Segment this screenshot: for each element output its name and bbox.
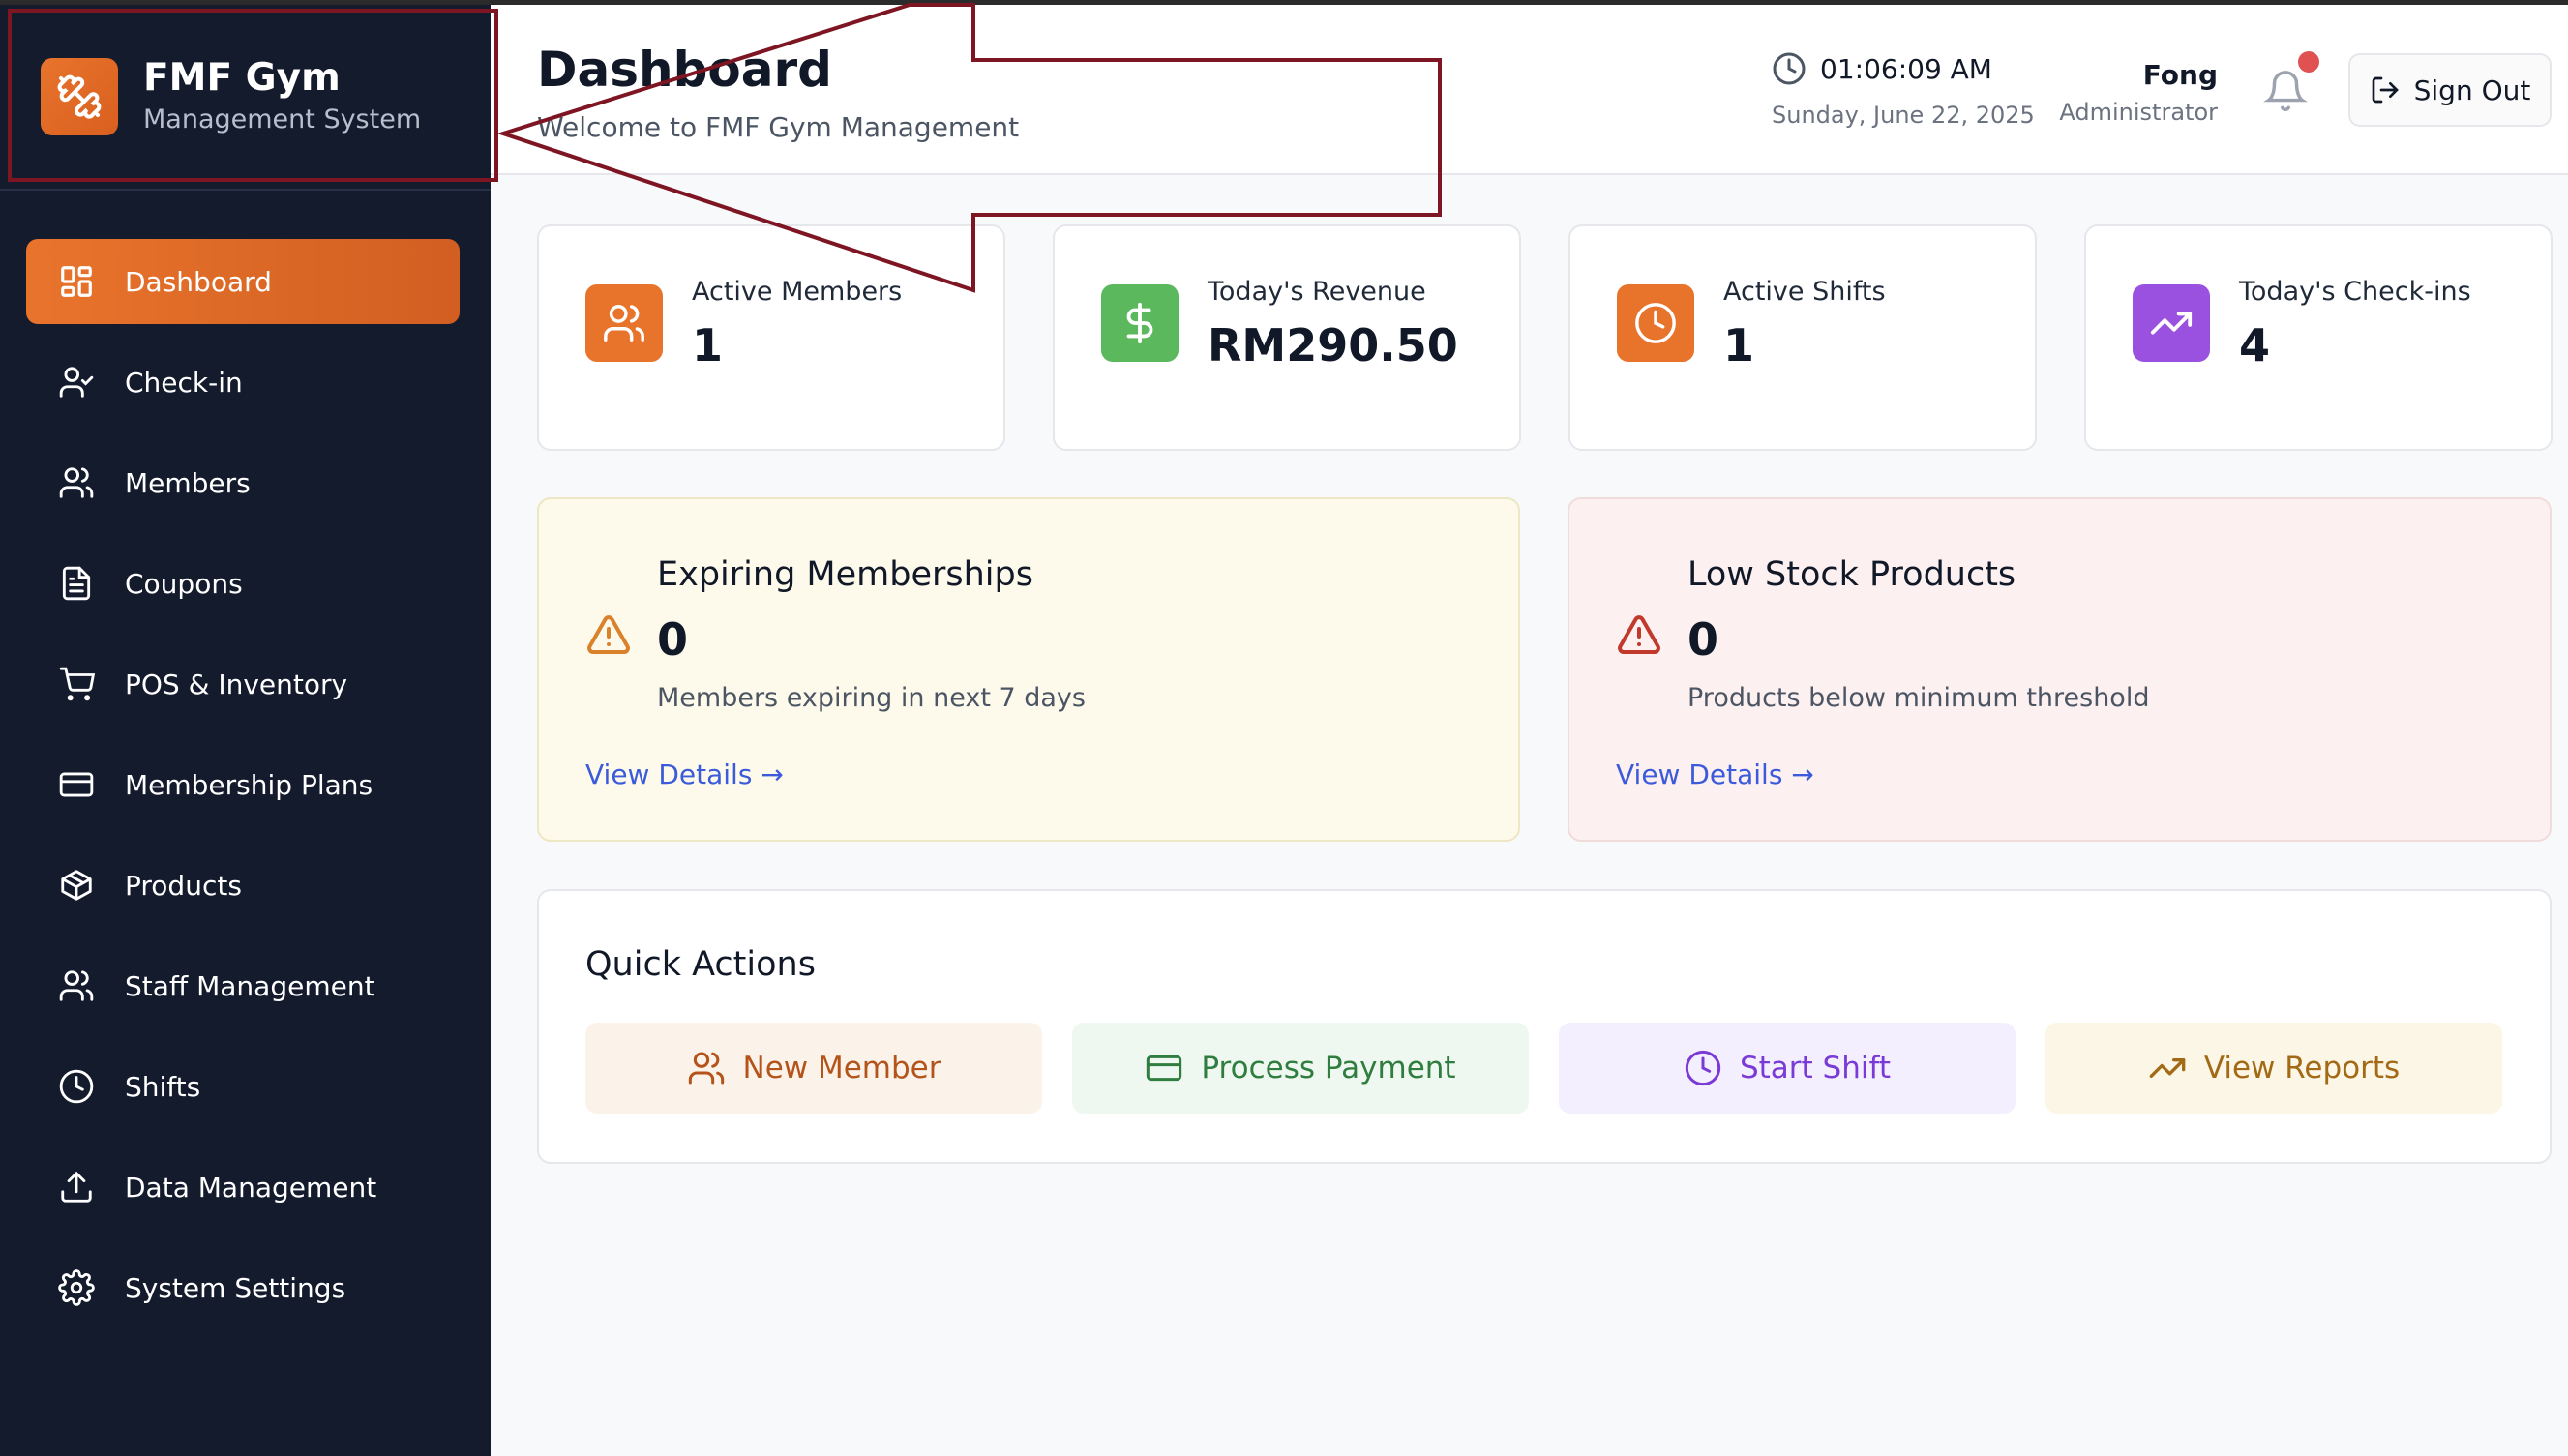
alert-count: 0: [1687, 613, 1719, 666]
brand-name: FMF Gym: [143, 56, 341, 100]
quick-actions-title: Quick Actions: [585, 945, 816, 984]
dashboard-icon: [57, 262, 96, 301]
stat-card-active-members: Active Members 1: [537, 224, 1005, 451]
sidebar-item-label: Check-in: [125, 366, 243, 399]
user-role: Administrator: [2059, 99, 2218, 126]
notifications-button[interactable]: [2263, 51, 2319, 113]
sidebar-item-check-in[interactable]: Check-in: [26, 340, 460, 425]
view-reports-button[interactable]: View Reports: [2045, 1023, 2502, 1114]
stat-label: Active Members: [692, 277, 903, 307]
quick-actions-panel: Quick Actions New Member Process Payment…: [537, 889, 2552, 1164]
sidebar-item-label: Membership Plans: [125, 768, 373, 801]
stat-value: 1: [1723, 319, 1755, 371]
notification-badge: [2298, 51, 2319, 73]
brand: FMF Gym Management System: [0, 5, 491, 191]
sidebar-item-coupons[interactable]: Coupons: [26, 541, 460, 626]
users-icon: [585, 284, 663, 362]
sign-out-label: Sign Out: [2413, 74, 2531, 106]
sidebar-item-label: POS & Inventory: [125, 668, 348, 700]
card-icon: [1147, 1055, 1182, 1082]
clock-icon: [1617, 284, 1694, 362]
low-stock-products-card: Low Stock Products 0 Products below mini…: [1568, 497, 2552, 842]
users-icon: [57, 966, 96, 1005]
sidebar-item-system-settings[interactable]: System Settings: [26, 1245, 460, 1330]
cart-icon: [57, 665, 96, 703]
sidebar-item-label: System Settings: [125, 1271, 346, 1304]
view-details-link[interactable]: View Details →: [585, 758, 784, 790]
clock-icon: [1685, 1050, 1721, 1086]
current-time: 01:06:09 AM: [1820, 52, 1992, 85]
document-icon: [57, 564, 96, 603]
stat-label: Today's Revenue: [1208, 277, 1426, 307]
dumbbell-icon: [41, 58, 118, 135]
sidebar-item-label: Members: [125, 466, 251, 499]
sidebar-item-products[interactable]: Products: [26, 843, 460, 928]
warning-icon: [587, 615, 630, 654]
sidebar-item-label: Products: [125, 869, 242, 902]
sidebar-item-data-management[interactable]: Data Management: [26, 1144, 460, 1230]
new-member-button[interactable]: New Member: [585, 1023, 1042, 1114]
gear-icon: [57, 1268, 96, 1307]
view-details-link[interactable]: View Details →: [1616, 758, 1814, 790]
stat-card-active-shifts: Active Shifts 1: [1568, 224, 2037, 451]
clock-icon: [1773, 52, 1806, 85]
stat-card-todays-check-ins: Today's Check-ins 4: [2084, 224, 2553, 451]
top-header: Dashboard Welcome to FMF Gym Management …: [491, 5, 2568, 175]
page-title: Dashboard: [537, 42, 832, 98]
logout-icon: [2372, 76, 2399, 104]
sidebar-item-staff-management[interactable]: Staff Management: [26, 943, 460, 1028]
sidebar-item-shifts[interactable]: Shifts: [26, 1044, 460, 1129]
card-icon: [57, 765, 96, 804]
dollar-icon: [1101, 284, 1179, 362]
brand-subtitle: Management System: [143, 104, 422, 134]
window-top-border: [0, 0, 2568, 5]
expiring-memberships-card: Expiring Memberships 0 Members expiring …: [537, 497, 1520, 842]
user-info: Fong Administrator: [2044, 59, 2218, 126]
alert-count: 0: [657, 613, 689, 666]
clock: 01:06:09 AM: [1772, 51, 1992, 86]
stat-value: 4: [2239, 319, 2271, 371]
package-icon: [57, 866, 96, 905]
user-name: Fong: [2142, 59, 2218, 91]
sidebar-nav: Dashboard Check-in Members Coupons POS &…: [0, 191, 491, 1330]
sidebar: FMF Gym Management System Dashboard Chec…: [0, 5, 491, 1456]
button-label: New Member: [742, 1051, 941, 1085]
sidebar-item-members[interactable]: Members: [26, 440, 460, 525]
button-label: View Reports: [2203, 1051, 2401, 1085]
warning-icon: [1618, 615, 1660, 654]
sidebar-item-label: Data Management: [125, 1171, 377, 1203]
users-icon: [688, 1052, 724, 1085]
sidebar-item-pos-inventory[interactable]: POS & Inventory: [26, 641, 460, 727]
current-date: Sunday, June 22, 2025: [1772, 102, 2035, 129]
sidebar-item-label: Dashboard: [125, 265, 272, 298]
sidebar-item-label: Staff Management: [125, 969, 375, 1002]
trending-up-icon: [2149, 1058, 2186, 1078]
clock-icon: [57, 1067, 96, 1106]
sidebar-item-membership-plans[interactable]: Membership Plans: [26, 742, 460, 827]
stat-value: 1: [692, 319, 724, 371]
alert-title: Expiring Memberships: [657, 555, 1033, 594]
bell-icon: [2263, 71, 2308, 111]
button-label: Process Payment: [1201, 1051, 1456, 1085]
sign-out-button[interactable]: Sign Out: [2348, 53, 2552, 127]
sidebar-item-label: Shifts: [125, 1070, 201, 1103]
sidebar-item-dashboard[interactable]: Dashboard: [26, 239, 460, 324]
stat-label: Active Shifts: [1723, 277, 1886, 307]
stat-card-todays-revenue: Today's Revenue RM290.50: [1053, 224, 1521, 451]
page-subtitle: Welcome to FMF Gym Management: [537, 111, 1020, 143]
trending-up-icon: [2133, 284, 2210, 362]
users-icon: [57, 463, 96, 502]
start-shift-button[interactable]: Start Shift: [1559, 1023, 2016, 1114]
alert-title: Low Stock Products: [1687, 555, 2016, 594]
process-payment-button[interactable]: Process Payment: [1072, 1023, 1529, 1114]
stat-value: RM290.50: [1208, 319, 1458, 371]
button-label: Start Shift: [1739, 1051, 1892, 1085]
user-check-icon: [57, 363, 96, 401]
upload-icon: [57, 1168, 96, 1206]
sidebar-item-label: Coupons: [125, 567, 243, 600]
stat-label: Today's Check-ins: [2239, 277, 2471, 307]
alert-description: Products below minimum threshold: [1687, 683, 2150, 713]
alert-description: Members expiring in next 7 days: [657, 683, 1086, 713]
